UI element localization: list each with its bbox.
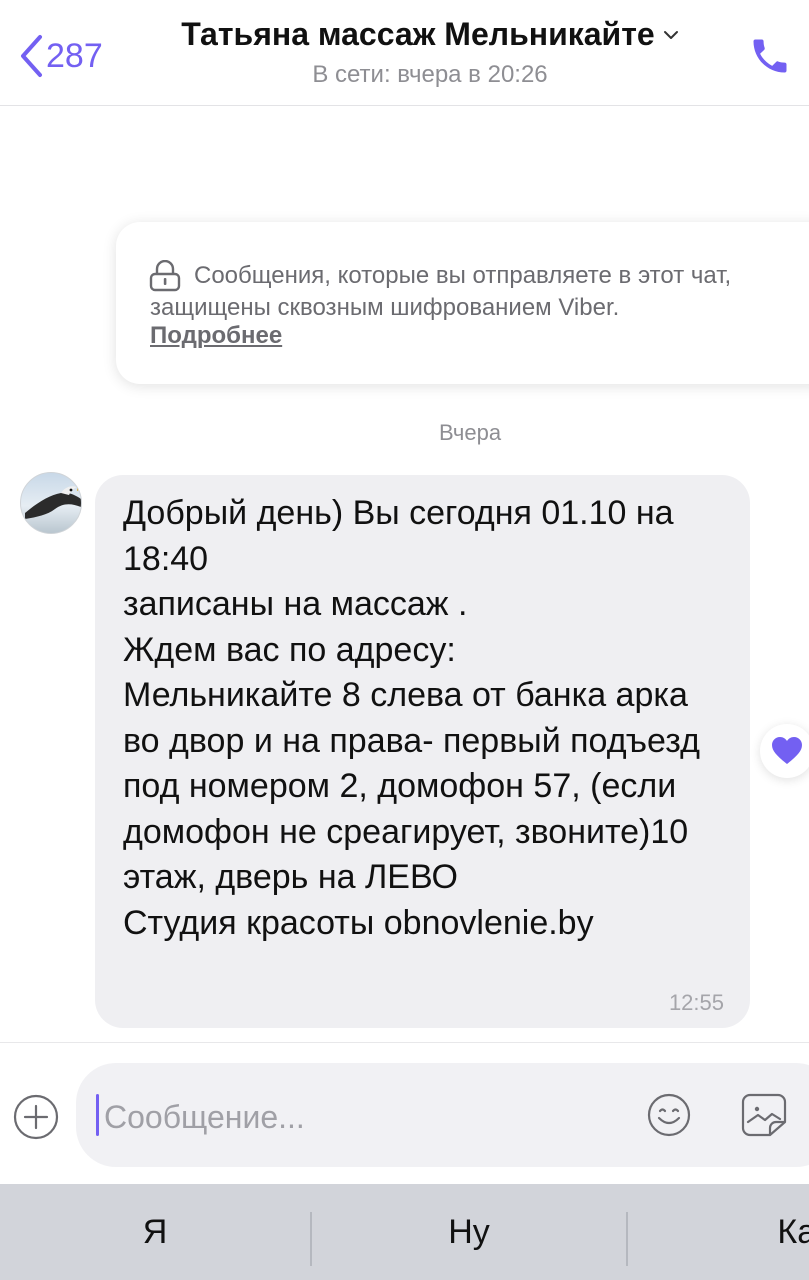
text-cursor (96, 1094, 99, 1136)
unread-count: 287 (46, 37, 103, 75)
encryption-text: Сообщения, которые вы отправляете в этот… (150, 262, 732, 321)
suggestion-1[interactable]: Я (0, 1184, 310, 1280)
emoji-button[interactable] (646, 1092, 692, 1143)
keyboard-suggestion-bar: Я Ну Как (0, 1184, 809, 1280)
call-button[interactable] (748, 34, 792, 83)
sticker-icon (741, 1093, 787, 1137)
message-time: 12:55 (668, 990, 724, 1015)
avatar[interactable] (20, 472, 82, 534)
encryption-notice: Сообщения, которые вы отправляете в этот… (116, 222, 809, 384)
message-input[interactable]: Сообщение... (76, 1063, 809, 1167)
eagle-avatar-icon (25, 486, 81, 519)
chevron-down-icon (663, 30, 678, 39)
back-button[interactable]: 287 (18, 34, 103, 78)
sticker-button[interactable] (740, 1092, 788, 1143)
contact-name: Татьяна массаж Мельникайте (181, 16, 655, 52)
message-composer: Сообщение... (0, 1042, 809, 1184)
emoji-icon (647, 1093, 691, 1137)
heart-icon (772, 737, 802, 764)
suggestion-3[interactable]: Как (628, 1184, 809, 1280)
suggestion-2[interactable]: Ну (312, 1184, 626, 1280)
message-bubble[interactable]: Добрый день) Вы сегодня 01.10 на 18:40 з… (95, 475, 750, 1028)
contact-name-row[interactable]: Татьяна массаж Мельникайте (181, 16, 678, 53)
reaction-button[interactable] (760, 724, 809, 778)
plus-icon (13, 1094, 59, 1140)
contact-info[interactable]: Татьяна массаж Мельникайте В сети: вчера… (150, 16, 710, 89)
suggestion-3-label: Как (777, 1212, 809, 1251)
attach-button[interactable] (13, 1094, 59, 1145)
chevron-left-icon (21, 35, 42, 77)
online-status: В сети: вчера в 20:26 (312, 61, 548, 88)
learn-more-link[interactable]: Подробнее (150, 322, 282, 350)
phone-icon (753, 39, 787, 73)
message-text: Добрый день) Вы сегодня 01.10 на 18:40 з… (123, 494, 700, 942)
message-placeholder: Сообщение... (104, 1099, 305, 1135)
chat-header: 287 Татьяна массаж Мельникайте В сети: в… (0, 0, 809, 106)
date-separator: Вчера (438, 420, 502, 445)
